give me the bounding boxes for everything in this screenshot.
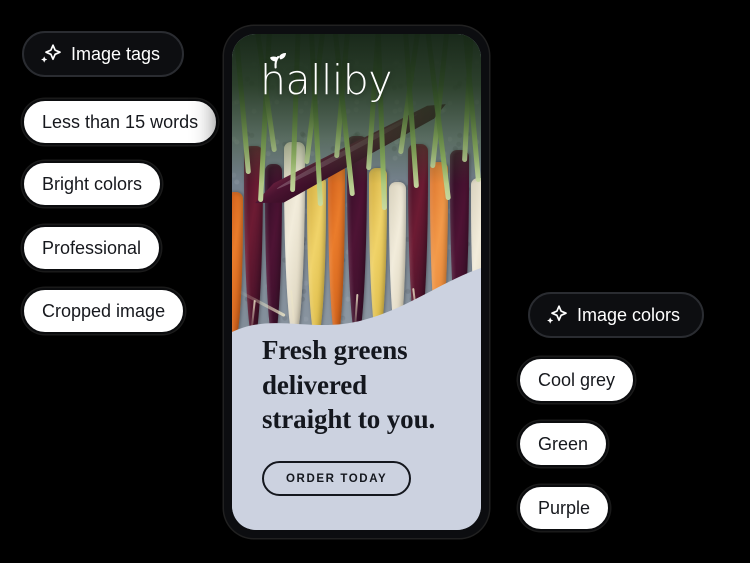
screenshot-canvas: Image tags Less than 15 words Bright col… bbox=[0, 0, 750, 563]
image-colors-header-label: Image colors bbox=[577, 305, 681, 325]
promo-headline: Fresh greens delivered straight to you. bbox=[262, 335, 436, 435]
tag-label: Less than 15 words bbox=[42, 112, 199, 132]
tag-bright-colors[interactable]: Bright colors bbox=[22, 161, 163, 207]
tag-cropped-image[interactable]: Cropped image bbox=[22, 288, 186, 334]
promo-content: Fresh greens delivered straight to you. … bbox=[232, 333, 481, 530]
tag-label: Cool grey bbox=[538, 370, 616, 390]
tag-less-than-15-words[interactable]: Less than 15 words bbox=[22, 99, 219, 145]
tag-label: Green bbox=[538, 434, 589, 454]
color-tag-green[interactable]: Green bbox=[518, 421, 609, 467]
leaf-icon bbox=[270, 53, 286, 69]
sparkle-icon bbox=[547, 305, 567, 324]
color-tag-purple[interactable]: Purple bbox=[518, 485, 611, 531]
tag-professional[interactable]: Professional bbox=[22, 225, 162, 271]
brand-logo: halliby bbox=[260, 53, 393, 101]
tag-label: Professional bbox=[42, 238, 142, 258]
sparkle-icon bbox=[41, 44, 61, 63]
image-colors-header-pill[interactable]: Image colors bbox=[528, 292, 705, 338]
phone-mockup: halliby Fresh greens delivered straight … bbox=[224, 26, 489, 538]
tag-label: Cropped image bbox=[42, 301, 166, 321]
tag-label: Purple bbox=[538, 498, 591, 518]
order-today-button[interactable]: ORDER TODAY bbox=[262, 461, 412, 496]
color-tag-cool-grey[interactable]: Cool grey bbox=[518, 357, 636, 403]
image-tags-header-label: Image tags bbox=[71, 44, 161, 64]
promo-panel: Fresh greens delivered straight to you. … bbox=[232, 268, 481, 530]
phone-screen: halliby Fresh greens delivered straight … bbox=[232, 34, 481, 530]
tag-label: Bright colors bbox=[42, 174, 143, 194]
image-tags-header-pill[interactable]: Image tags bbox=[22, 31, 185, 77]
